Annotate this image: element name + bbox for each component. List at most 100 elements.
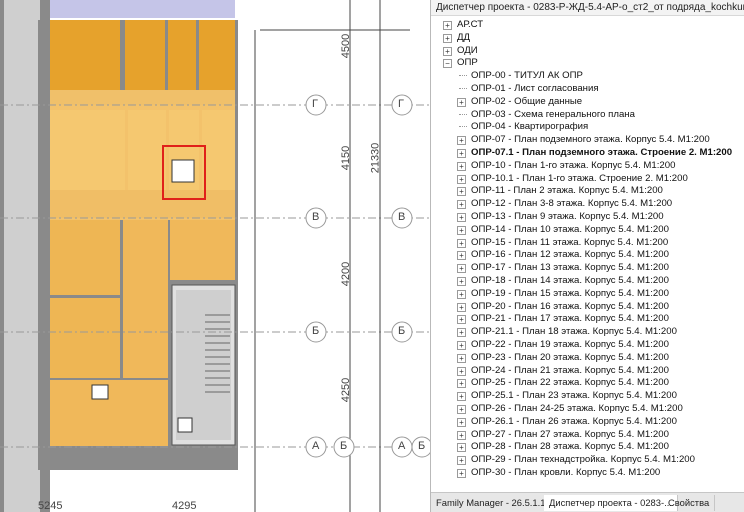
tree-item-label: ОПР-25.1 - План 23 этажа. Корпус 5.4. М1… [471,390,677,402]
tree-item-label: ДД [457,31,470,43]
tree-item-label: ОПР-14 - План 10 этажа. Корпус 5.4. М1:2… [471,223,669,235]
tree-item[interactable]: + ОПР-22 - План 19 этажа. Корпус 5.4. М1:… [431,338,744,351]
tree-item[interactable]: + ОПР-19 - План 15 этажа. Корпус 5.4. М1:… [431,287,744,300]
tree-item[interactable]: + ДД [431,31,744,44]
drawing-canvas[interactable]: Г Г В В Б Б А Б А Б 4500 4150 21330 4200… [0,0,430,512]
tree-item-label: ОПР-22 - План 19 этажа. Корпус 5.4. М1:2… [471,339,669,350]
tree-item[interactable]: + ОПР-13 - План 9 этажа. Корпус 5.4. М1:2… [431,210,744,223]
grid-label: Б [340,440,348,452]
expand-icon[interactable]: + [457,238,466,248]
expand-icon[interactable]: + [457,225,466,235]
expand-icon[interactable]: + [457,405,466,414]
tree-item[interactable]: − ОПР [431,56,744,69]
tree-item-label: ОПР-00 - ТИТУЛ АК ОПР [471,70,583,82]
tree-item[interactable]: + ОПР-30 - План кровли. Корпус 5.4. М1:20… [431,466,744,479]
expand-icon[interactable]: + [457,328,466,338]
tree-item[interactable]: + АР.СТ [431,18,744,31]
expand-icon[interactable]: + [457,289,466,299]
tree-item[interactable]: + ОПР-25 - План 22 этажа. Корпус 5.4. М1:… [431,376,744,389]
tree-item[interactable]: + ОПР-02 - Общие данные [431,95,744,108]
expand-icon[interactable]: + [457,200,466,210]
tree-item[interactable]: + ОПР-14 - План 10 этажа. Корпус 5.4. М1:… [431,223,744,236]
tree-item-label: ОПР-11 - План 2 этажа. Корпус 5.4. М1:20… [471,185,663,197]
grid-label: Г [398,98,404,110]
tree-item-label: ОПР-15 - План 11 этажа. Корпус 5.4. М1:2… [471,236,669,248]
tree-item[interactable]: + ОПР-15 - План 11 этажа. Корпус 5.4. М1:… [431,236,744,249]
expand-icon[interactable]: + [457,379,466,389]
expand-icon[interactable]: + [457,443,466,453]
expand-icon[interactable]: + [457,430,466,440]
expand-icon[interactable]: + [457,174,466,184]
tree-item[interactable]: + ОПР-23 - План 20 этажа. Корпус 5.4. М1:… [431,351,744,364]
expand-icon[interactable]: + [457,149,466,158]
tree-item[interactable]: + ОПР-24 - План 21 этажа. Корпус 5.4. М1:… [431,364,744,377]
expand-icon[interactable]: + [443,33,452,43]
tree-item[interactable]: + ОДИ [431,44,744,57]
tree-item[interactable]: ОПР-04 - Квартирография [431,120,744,133]
tree-item[interactable]: + ОПР-29 - План технадстройка. Корпус 5.4… [431,453,744,466]
collapse-icon[interactable]: − [443,59,452,69]
floor-plan-drawing [0,0,430,512]
tree-item[interactable]: ОПР-00 - ТИТУЛ АК ОПР [431,69,744,82]
tree-item[interactable]: + ОПР-07 - План подземного этажа. Корпус … [431,133,744,146]
expand-icon[interactable]: + [457,456,466,466]
tree-item[interactable]: + ОПР-21.1 - План 18 этажа. Корпус 5.4. М… [431,325,744,338]
project-tree: + АР.СТ + ДД + ОДИ − ОПР ОПР-00 - ТИТУЛ АК ОПР ОП… [431,16,744,492]
tree-item-label: ОПР-26 - План 24-25 этажа. Корпус 5.4. М… [471,403,683,414]
expand-icon[interactable]: + [457,341,466,350]
tree-item-label: ОПР-28 - План 28 этажа. Корпус 5.4. М1:2… [471,441,669,453]
tree-item[interactable]: + ОПР-21 - План 17 этажа. Корпус 5.4. М1:… [431,312,744,325]
expand-icon[interactable]: + [457,251,466,261]
tree-item[interactable]: + ОПР-11 - План 2 этажа. Корпус 5.4. М1:2… [431,184,744,197]
expand-icon[interactable]: + [457,417,466,427]
tree-item[interactable]: + ОПР-16 - План 12 этажа. Корпус 5.4. М1:… [431,248,744,261]
tree-item[interactable]: + ОПР-07.1 - План подземного этажа. Строе… [431,146,744,159]
tree-item[interactable]: + ОПР-10.1 - План 1-го этажа. Строение 2.… [431,172,744,185]
tree-item[interactable]: + ОПР-26.1 - План 26 этажа. Корпус 5.4. М… [431,415,744,428]
tree-item-label: ОПР-24 - План 21 этажа. Корпус 5.4. М1:2… [471,364,669,376]
grid-label: Б [418,440,426,452]
expand-icon[interactable]: + [457,315,466,325]
expand-icon[interactable]: + [457,392,466,402]
tree-item-label: ОПР-02 - Общие данные [471,95,583,107]
expand-icon[interactable]: + [457,302,466,312]
tree-item-label: ОПР-10 - План 1-го этажа. Корпус 5.4. М1… [471,159,676,171]
expand-icon[interactable]: + [457,161,466,171]
expand-icon[interactable]: + [443,21,452,30]
expand-icon[interactable]: + [457,136,466,146]
expand-icon[interactable]: + [457,277,466,286]
expand-icon[interactable]: + [457,366,466,376]
tree-item[interactable]: + ОПР-25.1 - План 23 этажа. Корпус 5.4. М… [431,389,744,402]
tree-item[interactable]: + ОПР-10 - План 1-го этажа. Корпус 5.4. М… [431,159,744,172]
tree-item[interactable]: + ОПР-17 - План 13 этажа. Корпус 5.4. М1:… [431,261,744,274]
grid-label: А [398,440,406,452]
expand-icon[interactable]: + [457,187,466,197]
tab-project-browser[interactable]: Диспетчер проекта - 0283-... [544,495,678,511]
tree-item-label: ОПР-30 - План кровли. Корпус 5.4. М1:200 [471,467,661,478]
tree-item[interactable]: + ОПР-18 - План 14 этажа. Корпус 5.4. М1:… [431,274,744,287]
tree-connector [459,113,467,115]
tree-item-label: ОПР-17 - План 13 этажа. Корпус 5.4. М1:2… [471,262,669,274]
dimension-label: 4500 [340,33,353,59]
expand-icon[interactable]: + [457,469,466,478]
expand-icon[interactable]: + [457,213,466,222]
tree-connector [459,126,467,128]
tree-item[interactable]: + ОПР-28 - План 28 этажа. Корпус 5.4. М1:… [431,440,744,453]
expand-icon[interactable]: + [457,353,466,363]
tree-item[interactable]: + ОПР-27 - План 27 этажа. Корпус 5.4. М1:… [431,428,744,441]
tree-item[interactable]: + ОПР-20 - План 16 этажа. Корпус 5.4. М1:… [431,300,744,313]
dimension-label: 4150 [340,145,353,171]
expand-icon[interactable]: + [443,46,452,56]
tab-family-manager[interactable]: Family Manager - 26.5.1.1 [431,495,552,511]
expand-icon[interactable]: + [457,264,466,274]
tree-item[interactable]: ОПР-03 - Схема генерального плана [431,108,744,121]
tree-item-label: ОПР-01 - Лист согласования [471,83,599,94]
project-browser-panel: Диспетчер проекта - 0283-Р-ЖД-5.4-АР-о_с… [430,0,744,512]
tab-properties[interactable]: Свойства [663,495,716,511]
tree-item[interactable]: + ОПР-26 - План 24-25 этажа. Корпус 5.4. … [431,402,744,415]
tree-item-label: ОПР-03 - Схема генерального плана [471,108,635,120]
expand-icon[interactable]: + [457,97,466,107]
tree-item[interactable]: ОПР-01 - Лист согласования [431,82,744,95]
tree-item[interactable]: + ОПР-12 - План 3-8 этажа. Корпус 5.4. М1… [431,197,744,210]
tree-item-label: ОПР-18 - План 14 этажа. Корпус 5.4. М1:2… [471,275,669,286]
